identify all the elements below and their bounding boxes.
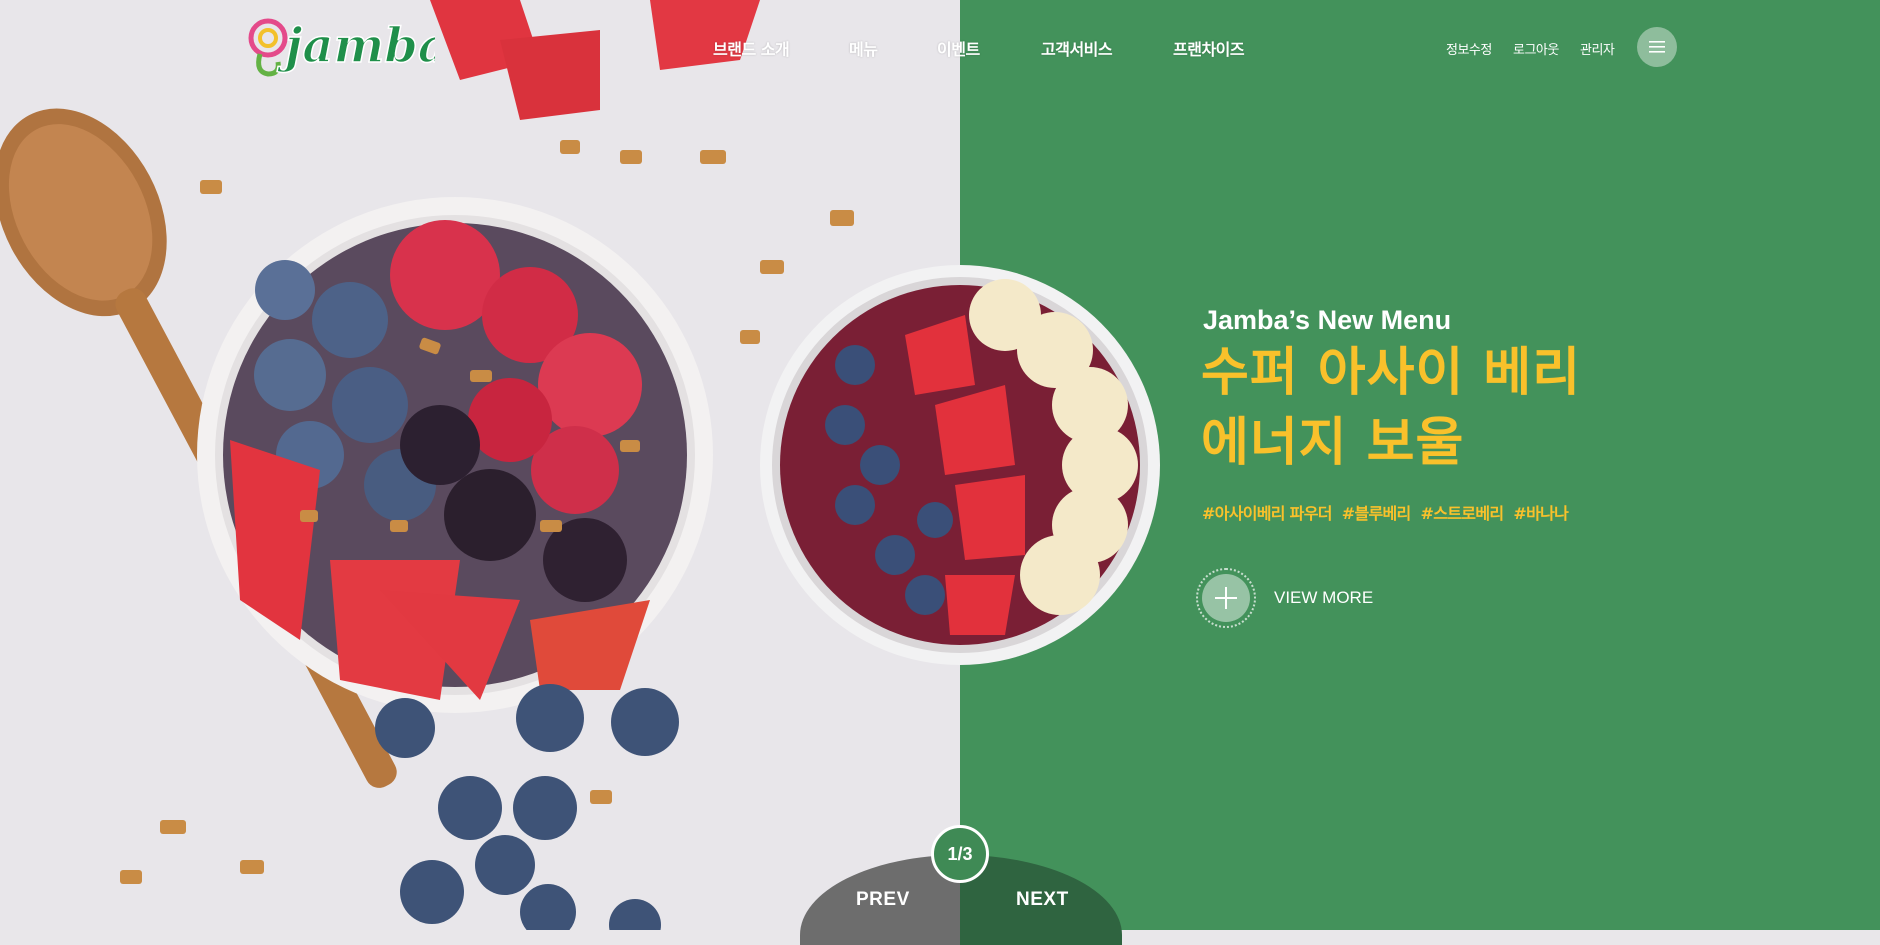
logout-link[interactable]: 로그아웃 — [1513, 39, 1559, 58]
view-more-label[interactable]: VIEW MORE — [1274, 588, 1373, 608]
hamburger-menu-button[interactable] — [1637, 27, 1677, 67]
tag: #블루베리 — [1341, 504, 1411, 523]
view-more-button[interactable]: VIEW MORE — [1196, 568, 1373, 628]
hamburger-icon — [1649, 41, 1665, 53]
nav-brand[interactable]: 브랜드 소개 — [713, 36, 790, 60]
nav-menu[interactable]: 메뉴 — [849, 36, 878, 60]
hero-title-line1: 수퍼 아사이 베리 — [1201, 343, 1582, 403]
hero-kicker: Jamba’s New Menu — [1203, 305, 1452, 335]
nav-event[interactable]: 이벤트 — [937, 36, 980, 60]
tag: #스트로베리 — [1420, 504, 1505, 523]
small-acai-bowl-image — [760, 265, 1160, 665]
view-more-circle[interactable] — [1196, 568, 1256, 628]
next-label: NEXT — [1016, 889, 1069, 910]
nav-franchise[interactable]: 프랜차이즈 — [1173, 36, 1245, 60]
hero-tags: #아사이베리 파우더 #블루베리 #스트로베리 #바나나 — [1202, 500, 1569, 524]
tag: #바나나 — [1513, 504, 1569, 523]
plus-icon — [1215, 587, 1237, 609]
admin-link[interactable]: 관리자 — [1580, 39, 1615, 58]
edit-profile-link[interactable]: 정보수정 — [1446, 39, 1492, 58]
prev-label: PREV — [856, 889, 910, 910]
hero-title-line2: 에너지 보울 — [1201, 413, 1465, 473]
tag: #아사이베리 파우더 — [1202, 504, 1332, 523]
slide-counter: 1/3 — [931, 825, 989, 883]
nav-customer-service[interactable]: 고객서비스 — [1041, 36, 1113, 60]
hero-title: 수퍼 아사이 베리 에너지 보울 — [1201, 338, 1581, 478]
